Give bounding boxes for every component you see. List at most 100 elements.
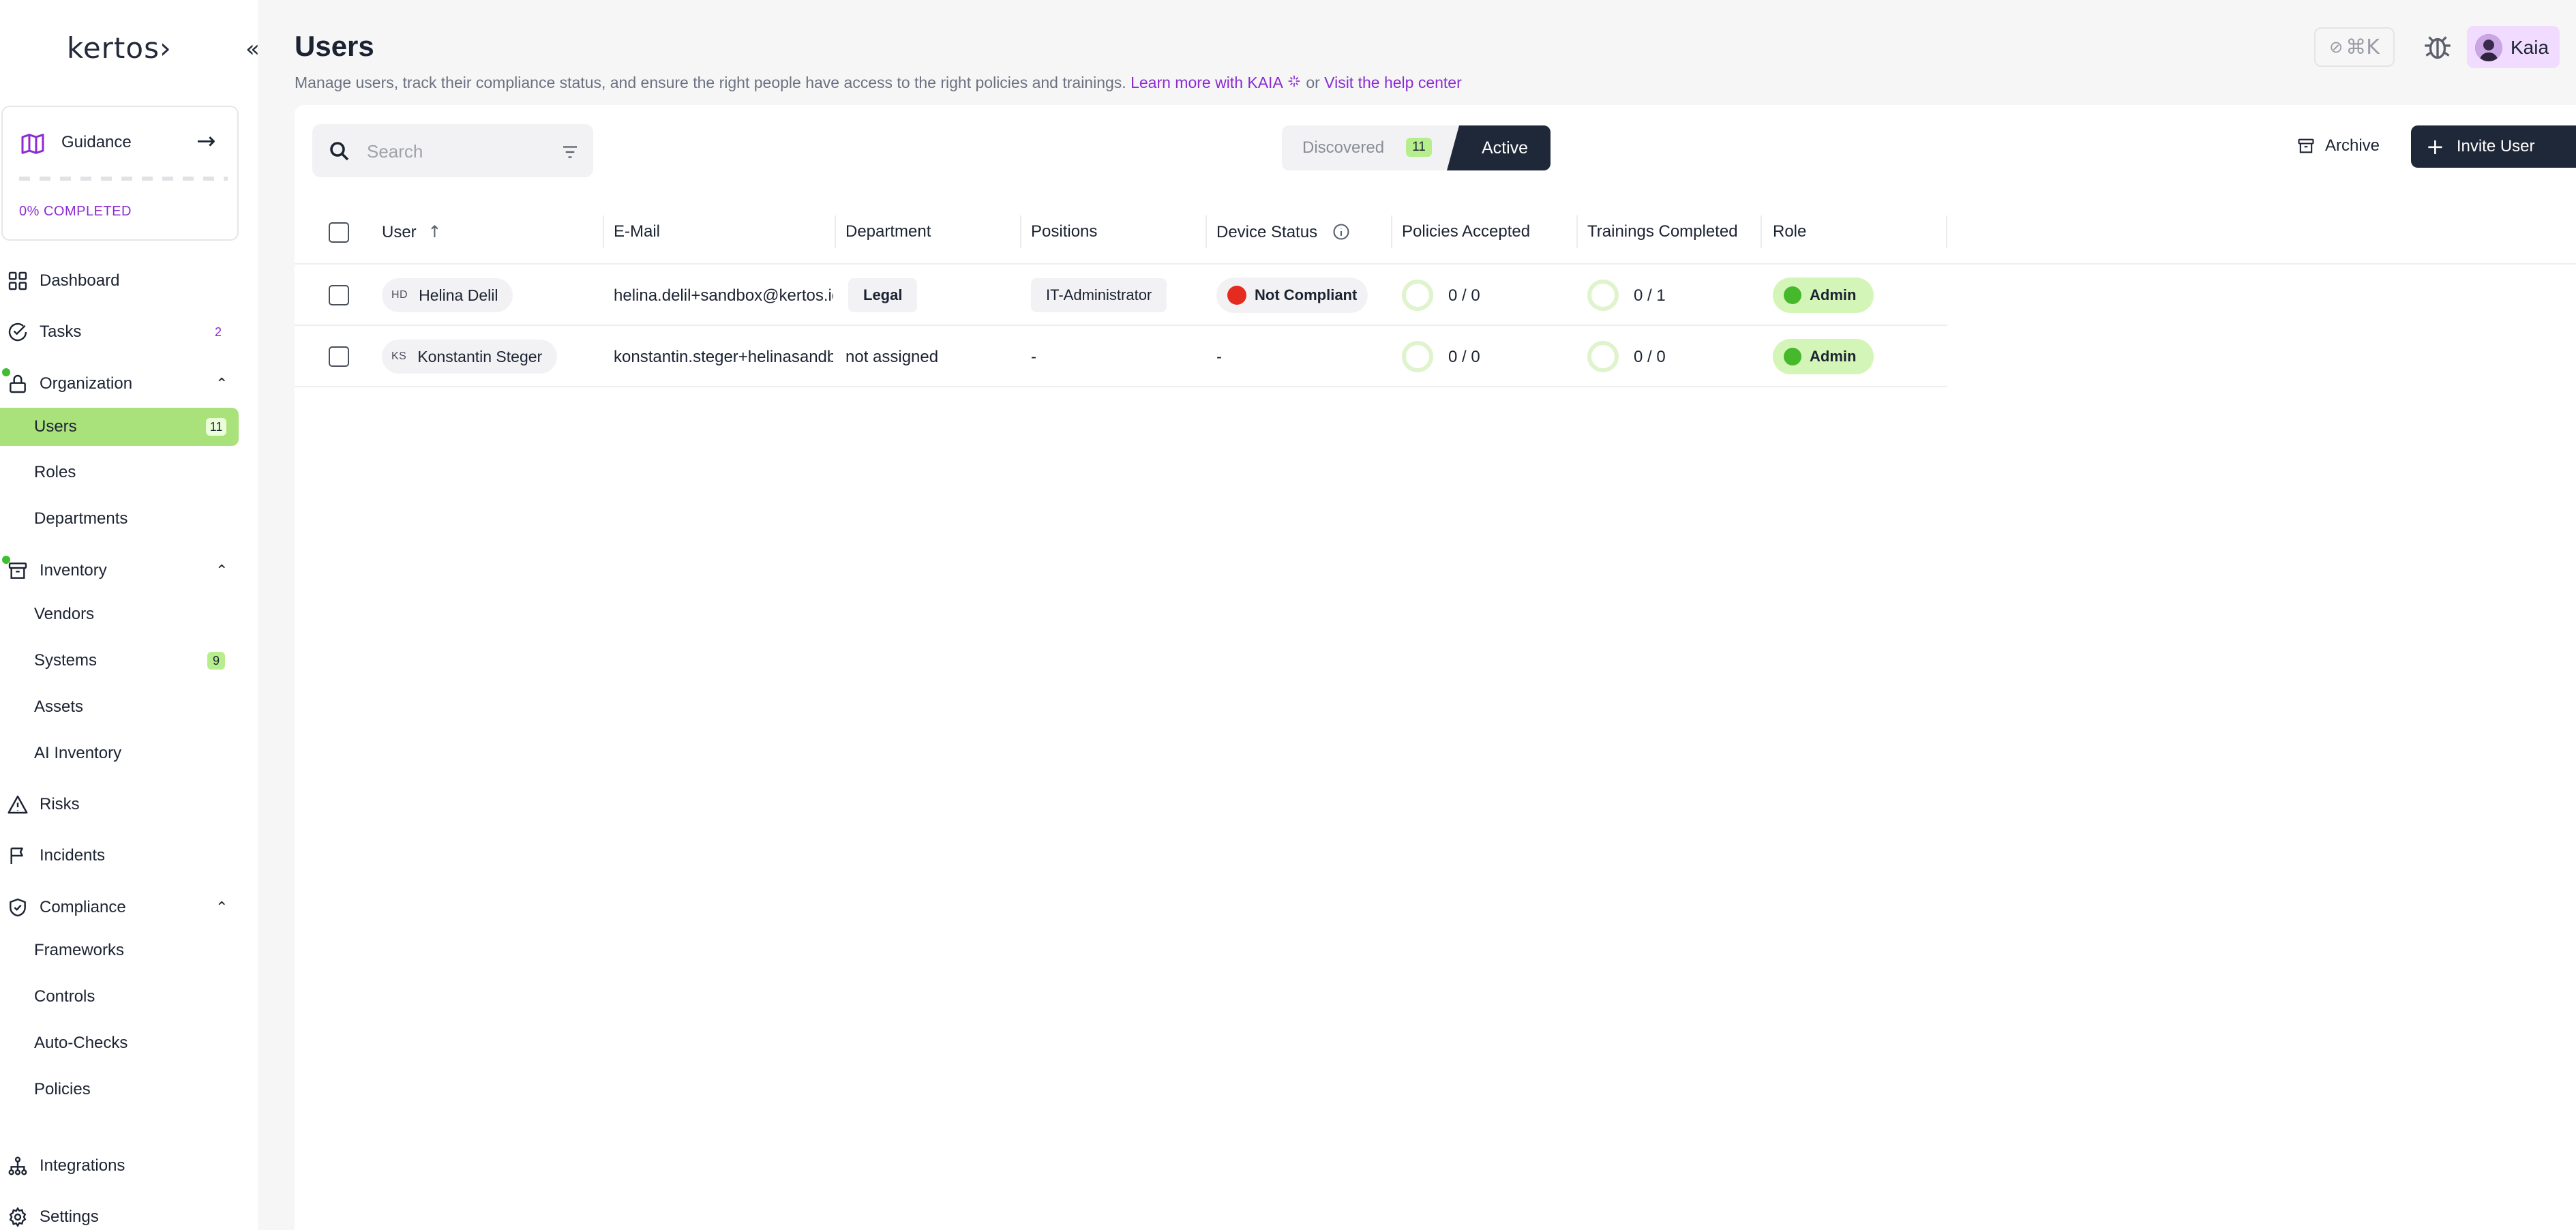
row-checkbox[interactable] [329, 346, 349, 367]
lock-icon [10, 374, 26, 393]
nav-dashboard-label: Dashboard [40, 271, 120, 290]
archive-label: Archive [2325, 136, 2380, 155]
nav-frameworks[interactable]: Frameworks [0, 931, 239, 970]
hierarchy-icon [8, 1156, 27, 1175]
chevron-up-icon[interactable]: ⌃ [215, 899, 228, 916]
role-badge[interactable]: Admin [1773, 339, 1874, 374]
info-icon[interactable] [1332, 222, 1351, 241]
policies-progress-ring [1402, 280, 1433, 311]
user-chip[interactable]: KS Konstantin Steger [382, 340, 558, 374]
column-email[interactable]: E-Mail [614, 222, 660, 241]
column-device-status[interactable]: Device Status [1216, 222, 1351, 242]
column-divider[interactable] [603, 215, 604, 248]
column-trainings-completed[interactable]: Trainings Completed [1587, 222, 1738, 241]
user-initials: KS [391, 350, 407, 362]
search-input[interactable] [367, 138, 530, 165]
nav-risks-label: Risks [40, 795, 80, 813]
role-dot [1784, 286, 1801, 304]
column-divider[interactable] [1946, 215, 1947, 248]
discovered-count-badge: 11 [1406, 138, 1432, 157]
tab-active[interactable]: Active [1447, 125, 1551, 170]
nav-tasks[interactable]: Tasks 2 [0, 313, 239, 351]
kertos-logo[interactable]: kertos› [67, 31, 172, 65]
archive-icon [2298, 138, 2314, 153]
select-all-checkbox[interactable] [329, 222, 349, 243]
user-status-toggle: Discovered 11 Active [1282, 125, 1551, 170]
role-badge[interactable]: Admin [1773, 278, 1874, 313]
role-text: Admin [1810, 286, 1857, 303]
user-initials: HD [391, 289, 408, 301]
column-divider[interactable] [1391, 215, 1392, 248]
nav-vendors-label: Vendors [34, 605, 95, 623]
nav-ai-inventory[interactable]: AI Inventory [0, 734, 239, 772]
search-box [312, 124, 593, 177]
arrow-right-icon[interactable]: → [196, 127, 216, 155]
kbar-shortcut: ⌘K [2346, 35, 2380, 59]
nav-settings[interactable]: Settings [0, 1198, 239, 1230]
command-palette-button[interactable]: ⊘ ⌘K [2314, 27, 2395, 67]
plus-icon: + [2426, 134, 2444, 160]
nav-assets[interactable]: Assets [0, 688, 239, 726]
users-count-badge: 11 [206, 418, 226, 436]
column-policies-accepted[interactable]: Policies Accepted [1402, 222, 1530, 241]
archive-box-icon [8, 562, 27, 579]
help-center-link[interactable]: Visit the help center [1324, 74, 1462, 91]
nav-departments[interactable]: Departments [0, 500, 239, 538]
column-divider[interactable] [835, 215, 836, 248]
nav-policies[interactable]: Policies [0, 1070, 239, 1109]
column-divider[interactable] [1761, 215, 1762, 248]
warning-triangle-icon [8, 795, 28, 814]
systems-count-badge: 9 [207, 652, 225, 670]
nav-compliance[interactable]: Compliance ⌃ [0, 888, 239, 927]
nav-systems[interactable]: Systems 9 [0, 642, 239, 680]
column-user[interactable]: User ↑ [382, 222, 441, 242]
chevron-up-icon[interactable]: ⌃ [215, 562, 228, 580]
user-name-cell: Helina Delil [419, 286, 498, 304]
sort-ascending-icon[interactable]: ↑ [428, 222, 441, 241]
filter-icon[interactable] [559, 142, 581, 162]
nav-incidents[interactable]: Incidents [0, 837, 239, 875]
nav-organization[interactable]: Organization ⌃ [0, 365, 239, 403]
learn-more-kaia-link[interactable]: Learn more with KAIA [1130, 74, 1282, 91]
column-positions[interactable]: Positions [1031, 222, 1097, 241]
tasks-count-badge: 2 [214, 325, 222, 339]
nav-inventory[interactable]: Inventory ⌃ [0, 552, 239, 590]
chevron-up-icon[interactable]: ⌃ [215, 376, 228, 393]
table-row[interactable]: KS Konstantin Steger konstantin.steger+h… [295, 326, 1947, 387]
nav-users[interactable]: Users 11 [0, 408, 239, 446]
user-chip[interactable]: HD Helina Delil [382, 278, 513, 312]
users-panel: Discovered 11 Active Archive + Invite Us… [295, 105, 2576, 1230]
trainings-progress-ring [1587, 280, 1619, 311]
nav-vendors[interactable]: Vendors [0, 595, 239, 633]
nav-roles[interactable]: Roles [0, 453, 239, 492]
column-role[interactable]: Role [1773, 222, 1806, 241]
user-menu-button[interactable]: Kaia [2467, 26, 2560, 68]
nav-dashboard[interactable]: Dashboard [0, 262, 239, 300]
nav-risks[interactable]: Risks [0, 785, 239, 824]
nav-organization-label: Organization [40, 374, 133, 393]
column-divider[interactable] [1020, 215, 1021, 248]
check-circle-icon [8, 322, 27, 342]
column-department[interactable]: Department [845, 222, 931, 241]
nav-incidents-label: Incidents [40, 846, 106, 865]
role-dot [1784, 348, 1801, 365]
collapse-sidebar-icon[interactable]: « [245, 35, 260, 63]
column-divider[interactable] [1205, 215, 1207, 248]
archive-button[interactable]: Archive [2296, 127, 2392, 165]
nav-integrations[interactable]: Integrations [0, 1147, 239, 1185]
nav-controls[interactable]: Controls [0, 978, 239, 1016]
table-row[interactable]: HD Helina Delil helina.delil+sandbox@ker… [295, 265, 1947, 326]
subtitle-or: or [1306, 74, 1320, 91]
tab-discovered[interactable]: Discovered [1302, 138, 1384, 158]
nav-controls-label: Controls [34, 987, 95, 1006]
role-text: Admin [1810, 348, 1857, 365]
email-cell: konstantin.steger+helinasandbox@kertos.i… [614, 348, 833, 366]
bug-icon[interactable] [2421, 30, 2455, 64]
row-checkbox[interactable] [329, 285, 349, 305]
guidance-card[interactable]: Guidance → 0% COMPLETED [1, 106, 239, 241]
department-cell: not assigned [845, 348, 939, 366]
nav-auto-checks[interactable]: Auto-Checks [0, 1024, 239, 1062]
column-divider[interactable] [1576, 215, 1578, 248]
invite-user-button[interactable]: + Invite User [2411, 125, 2576, 168]
position-cell: - [1031, 348, 1036, 366]
